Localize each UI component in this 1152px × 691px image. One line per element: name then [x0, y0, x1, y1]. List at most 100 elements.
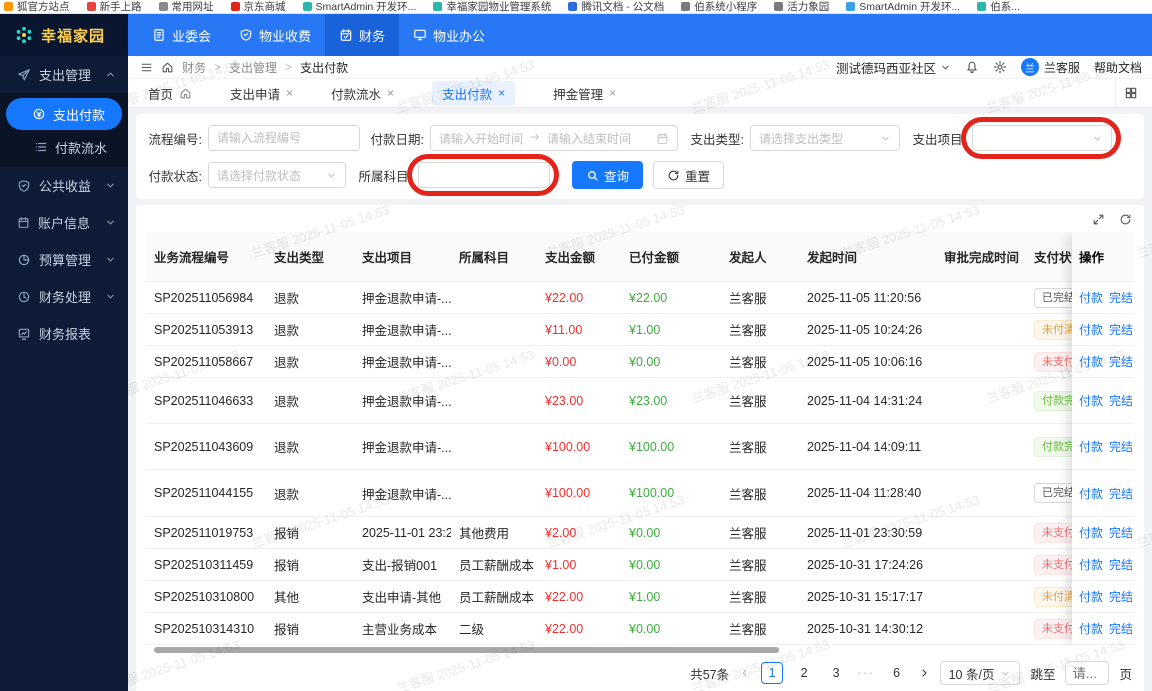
action-link-付款[interactable]: 付款	[1079, 588, 1103, 605]
reset-button[interactable]: 重置	[653, 161, 725, 189]
bookmark-item[interactable]: 活力象园	[774, 0, 829, 13]
close-tab-icon[interactable]: ×	[387, 86, 394, 100]
bookmark-item[interactable]: 幸福家园物业管理系统	[433, 0, 551, 13]
cell-amount: ¥22.00	[537, 282, 621, 314]
action-link-完结[interactable]: 完结	[1109, 289, 1133, 306]
action-link-完结[interactable]: 完结	[1109, 485, 1133, 502]
sidebar-item-财务报表[interactable]: 财务报表	[0, 315, 128, 352]
cell-item: 押金退款申请-...	[354, 282, 451, 314]
page-number-6[interactable]: 6	[886, 662, 908, 684]
sidebar-item-公共收益[interactable]: 公共收益	[0, 167, 128, 204]
expense-type-select[interactable]: 请选择支出类型	[750, 125, 900, 151]
action-link-付款[interactable]: 付款	[1079, 485, 1103, 502]
action-link-完结[interactable]: 完结	[1109, 620, 1133, 637]
nav-item-业委会[interactable]: 业委会	[138, 14, 225, 56]
breadcrumb-item[interactable]: 财务	[182, 59, 206, 76]
subject-input[interactable]	[418, 162, 550, 188]
table-row: SP202511058667 退款 押金退款申请-... ¥0.00 ¥0.00 兰客服 2…	[146, 346, 1134, 378]
sidebar-item-支出管理[interactable]: 支出管理	[0, 56, 128, 93]
tab-付款流水[interactable]: 付款流水 ×	[331, 84, 394, 103]
action-link-完结[interactable]: 完结	[1109, 353, 1133, 370]
pay-status-select[interactable]: 请选择付款状态	[208, 162, 346, 188]
pagination: 共57条 123 ··· 6 10 条/页跳至 页	[146, 655, 1134, 691]
bookmark-item[interactable]: 狐官方站点	[4, 0, 70, 13]
bookmark-item[interactable]: SmartAdmin 开发环...	[302, 0, 416, 13]
app-logo[interactable]: 幸福家园	[0, 14, 128, 56]
close-tab-icon[interactable]: ×	[286, 86, 293, 100]
cell-approve_time	[936, 581, 1026, 613]
refresh-table-icon[interactable]	[1119, 213, 1132, 226]
close-tab-icon[interactable]: ×	[498, 86, 505, 100]
gear-icon[interactable]	[993, 60, 1007, 74]
community-switcher[interactable]: 测试德玛西亚社区	[836, 58, 951, 77]
expense-item-select[interactable]	[972, 125, 1112, 151]
bookmark-item[interactable]: 京东商城	[230, 0, 286, 13]
prev-page-icon[interactable]	[739, 667, 751, 679]
help-doc-link[interactable]: 帮助文档	[1094, 59, 1142, 76]
jump-page-input[interactable]	[1065, 661, 1110, 685]
chevron-down-icon	[1000, 668, 1011, 679]
home-icon[interactable]	[161, 61, 174, 74]
cell-approve_time	[936, 378, 1026, 424]
page-size-select[interactable]: 10 条/页	[939, 661, 1021, 685]
bookmark-item[interactable]: 新手上路	[86, 0, 142, 13]
action-link-完结[interactable]: 完结	[1109, 556, 1133, 573]
action-link-付款[interactable]: 付款	[1079, 392, 1103, 409]
tab-支出申请[interactable]: 支出申请 ×	[230, 84, 293, 103]
sidebar-subitem-支出付款[interactable]: 支出付款	[6, 98, 122, 130]
horizontal-scrollbar[interactable]	[146, 645, 1134, 655]
bell-icon[interactable]	[965, 60, 979, 74]
search-button[interactable]: 查询	[572, 161, 644, 189]
table-row: SP202511053913 退款 押金退款申请-... ¥11.00 ¥1.00 兰客服…	[146, 314, 1134, 346]
page-number-2[interactable]: 2	[793, 662, 815, 684]
cell-no: SP202511056984	[146, 282, 266, 314]
bookmark-item[interactable]: SmartAdmin 开发环...	[846, 0, 960, 13]
action-link-付款[interactable]: 付款	[1079, 289, 1103, 306]
nav-item-财务[interactable]: 财务	[325, 14, 400, 56]
nav-item-物业收费[interactable]: 物业收费	[225, 14, 325, 56]
cell-paid: ¥1.00	[621, 314, 721, 346]
sidebar-subitem-付款流水[interactable]: 付款流水	[0, 131, 128, 163]
collapse-sidebar-icon[interactable]	[140, 61, 153, 74]
tab-首页[interactable]: 首页	[148, 84, 192, 103]
action-link-付款[interactable]: 付款	[1079, 353, 1103, 370]
tab-押金管理[interactable]: 押金管理 ×	[553, 84, 616, 103]
next-page-icon[interactable]	[918, 667, 930, 679]
bookmark-item[interactable]: 伯系统小程序	[681, 0, 757, 13]
pay-date-range-input[interactable]: 请输入开始时间 请输入结束时间	[430, 125, 678, 151]
cell-time: 2025-11-05 11:20:56	[799, 282, 936, 314]
calendar-icon	[656, 132, 669, 145]
cell-subject: 二级	[451, 613, 537, 645]
action-link-完结[interactable]: 完结	[1109, 321, 1133, 338]
bookmark-item[interactable]: 伯系...	[977, 0, 1020, 13]
bookmark-item[interactable]: 常用网址	[158, 0, 214, 13]
sidebar-item-财务处理[interactable]: 财务处理	[0, 278, 128, 315]
breadcrumb-separator: >	[285, 60, 293, 74]
page-number-3[interactable]: 3	[825, 662, 847, 684]
page-ellipsis[interactable]: ···	[857, 666, 876, 680]
action-link-付款[interactable]: 付款	[1079, 321, 1103, 338]
bookmark-favicon	[568, 2, 578, 11]
action-link-完结[interactable]: 完结	[1109, 438, 1133, 455]
user-menu[interactable]: 兰 兰客服	[1020, 58, 1080, 76]
close-tab-icon[interactable]: ×	[609, 86, 616, 100]
action-link-付款[interactable]: 付款	[1079, 556, 1103, 573]
row-actions: 付款 完结	[1072, 613, 1134, 645]
scrollbar-thumb[interactable]	[154, 647, 779, 653]
nav-item-物业办公[interactable]: 物业办公	[399, 14, 499, 56]
action-link-付款[interactable]: 付款	[1079, 620, 1103, 637]
tab-options-grid-icon[interactable]	[1115, 79, 1146, 107]
action-link-完结[interactable]: 完结	[1109, 392, 1133, 409]
breadcrumb-item[interactable]: 支出管理	[229, 59, 277, 76]
sidebar-item-预算管理[interactable]: 预算管理	[0, 241, 128, 278]
action-link-完结[interactable]: 完结	[1109, 524, 1133, 541]
action-link-完结[interactable]: 完结	[1109, 588, 1133, 605]
page-number-1[interactable]: 1	[761, 662, 784, 684]
sidebar-item-账户信息[interactable]: 账户信息	[0, 204, 128, 241]
tab-支出付款[interactable]: 支出付款 ×	[432, 80, 516, 106]
bookmark-item[interactable]: 腾讯文档 - 公文档	[568, 0, 664, 13]
action-link-付款[interactable]: 付款	[1079, 438, 1103, 455]
action-link-付款[interactable]: 付款	[1079, 524, 1103, 541]
process-no-input[interactable]	[208, 125, 360, 151]
fullscreen-icon[interactable]	[1092, 213, 1105, 226]
